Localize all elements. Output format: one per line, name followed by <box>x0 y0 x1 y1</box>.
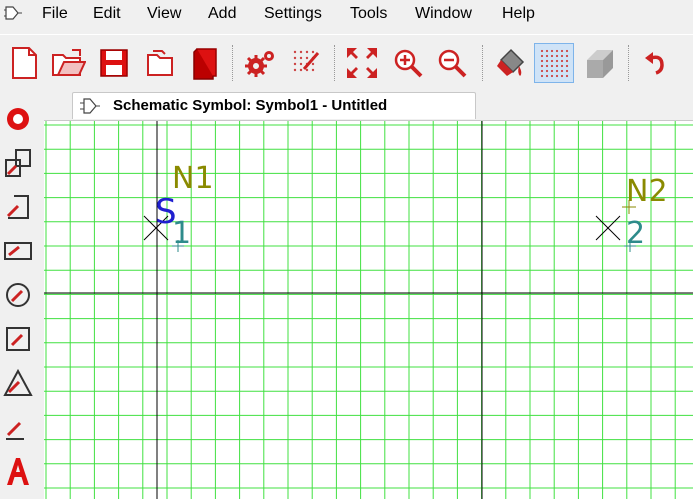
pencil-icon <box>6 421 24 440</box>
gears-icon <box>245 51 274 77</box>
dot-grid-pencil-icon <box>293 50 320 72</box>
open-folder-button[interactable] <box>48 43 88 83</box>
folder-icon <box>147 50 173 76</box>
menu-view[interactable]: View <box>147 5 181 23</box>
menu-window[interactable]: Window <box>415 5 472 23</box>
app-icon <box>4 6 22 20</box>
shape-3d-button[interactable] <box>580 43 620 83</box>
settings-gear-button[interactable] <box>240 43 280 83</box>
undo-button[interactable] <box>636 43 676 83</box>
menu-bar: File Edit View Add Settings Tools Window… <box>0 0 693 28</box>
new-file-button[interactable] <box>4 43 44 83</box>
rect-tool-1-button[interactable] <box>3 146 33 180</box>
line-pencil-icon <box>6 195 29 219</box>
undo-icon <box>645 52 664 75</box>
canvas-svg: N1 S 1 N2 2 <box>44 121 693 499</box>
toolbar-separator <box>232 45 234 81</box>
grid-dots-icon <box>540 49 569 78</box>
tab-title: Schematic Symbol: Symbol1 - Untitled <box>113 97 388 114</box>
pin-number-2: 2 <box>626 216 645 251</box>
menu-edit[interactable]: Edit <box>93 5 121 23</box>
rectangle-pencil-icon <box>5 149 31 177</box>
net-label-n2: N2 <box>626 174 668 209</box>
circle-icon <box>6 283 30 307</box>
document-tab-bar: Schematic Symbol: Symbol1 - Untitled <box>44 92 693 120</box>
menu-add[interactable]: Add <box>208 5 236 23</box>
grid-pick-button[interactable] <box>286 43 326 83</box>
open-copy-button[interactable] <box>140 43 180 83</box>
cube-icon <box>587 50 613 78</box>
square-tool-button[interactable] <box>3 322 33 356</box>
rectangle-icon <box>4 242 32 260</box>
toolbar <box>0 34 693 89</box>
pin-tool-button[interactable] <box>3 102 33 136</box>
library-button[interactable] <box>186 43 226 83</box>
triangle-icon <box>3 368 33 396</box>
net-label-n1: N1 <box>172 161 214 196</box>
save-icon <box>100 49 128 77</box>
text-icon <box>7 458 29 485</box>
toolbar-separator <box>334 45 336 81</box>
square-icon <box>6 327 30 351</box>
new-file-icon <box>12 47 37 79</box>
pin-2-cross <box>595 215 621 241</box>
rect-tool-2-button[interactable] <box>3 234 33 268</box>
save-button[interactable] <box>94 43 134 83</box>
open-folder-icon <box>52 49 86 76</box>
fill-button[interactable] <box>490 43 530 83</box>
text-tool-button[interactable] <box>3 454 33 488</box>
pin-number-1: 1 <box>172 216 191 251</box>
schematic-canvas[interactable]: N1 S 1 N2 2 <box>44 120 693 499</box>
menu-file[interactable]: File <box>42 5 68 23</box>
toolbar-separator <box>482 45 484 81</box>
paint-bucket-icon <box>497 48 525 76</box>
symbol-icon <box>80 98 100 114</box>
tab-schematic-symbol[interactable]: Schematic Symbol: Symbol1 - Untitled <box>72 92 476 119</box>
drawing-toolbar <box>0 92 36 498</box>
circle-pin-icon <box>7 108 29 130</box>
pencil-tool-button[interactable] <box>3 410 33 444</box>
zoom-extents-icon <box>347 48 377 78</box>
line-tool-button[interactable] <box>3 190 33 224</box>
zoom-out-icon <box>438 49 467 78</box>
zoom-extents-button[interactable] <box>342 43 382 83</box>
menu-settings[interactable]: Settings <box>264 5 322 23</box>
triangle-tool-button[interactable] <box>3 366 33 400</box>
zoom-in-icon <box>394 49 423 78</box>
toolbar-separator <box>628 45 630 81</box>
ellipse-tool-button[interactable] <box>3 278 33 312</box>
zoom-in-button[interactable] <box>388 43 428 83</box>
menu-help[interactable]: Help <box>502 5 535 23</box>
zoom-out-button[interactable] <box>432 43 472 83</box>
pin-1-group[interactable]: N1 S 1 <box>143 161 214 252</box>
menu-tools[interactable]: Tools <box>350 5 387 23</box>
show-grid-button[interactable] <box>534 43 574 83</box>
pin-2-group[interactable]: N2 2 <box>595 174 668 252</box>
grid <box>44 121 693 499</box>
book-icon <box>193 48 217 80</box>
